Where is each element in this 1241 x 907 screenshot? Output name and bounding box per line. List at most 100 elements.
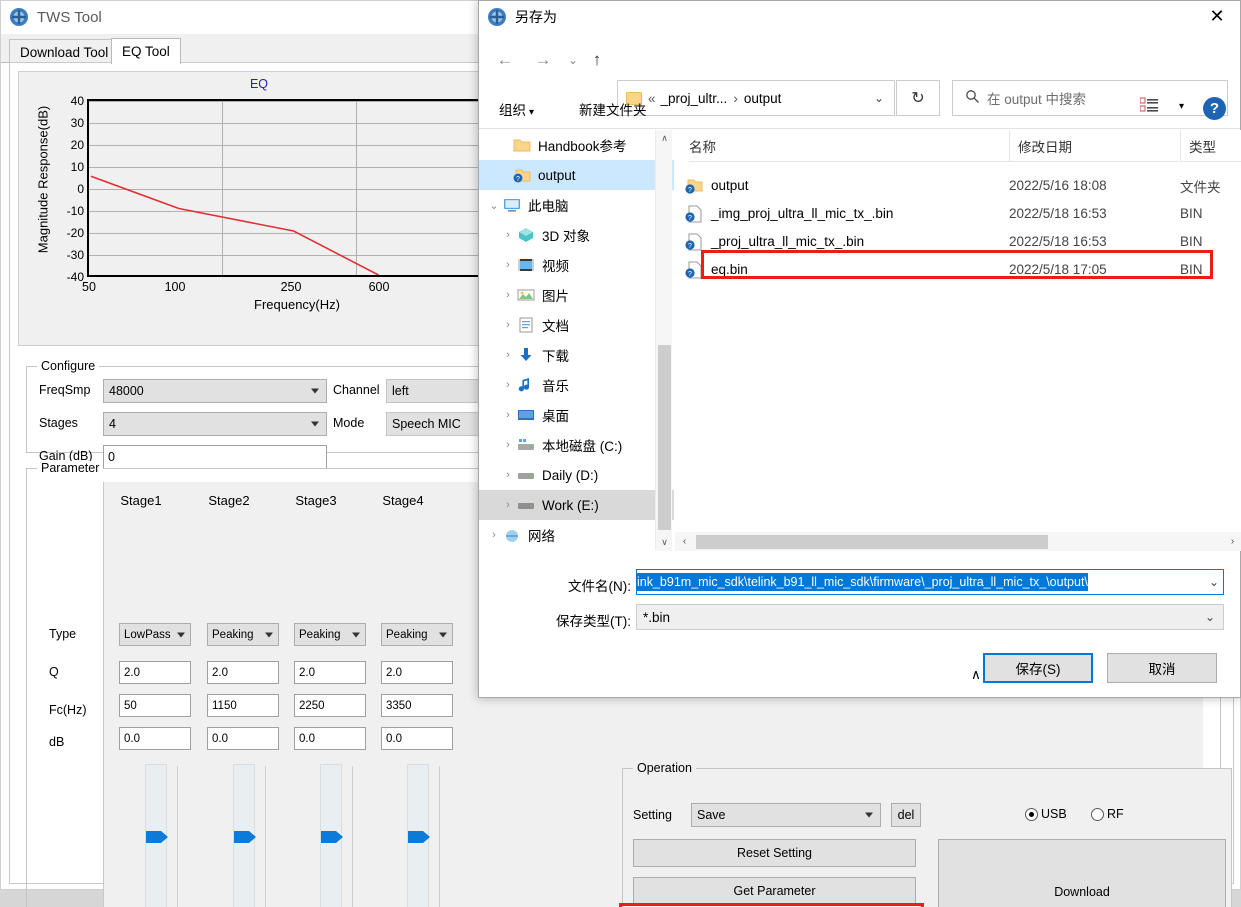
stage2-q-input[interactable]: 2.0	[207, 661, 279, 684]
back-icon[interactable]: ←	[493, 48, 517, 72]
scroll-down-icon[interactable]: ∨	[656, 534, 673, 551]
new-folder-button[interactable]: 新建文件夹	[579, 99, 647, 119]
save-button[interactable]: 保存(S)	[983, 653, 1093, 683]
chevron-right-icon[interactable]: ›	[485, 529, 503, 541]
get-parameter-button[interactable]: Get Parameter	[633, 877, 916, 905]
navigation-pane[interactable]: Handbook参考 ? output ⌄ 此电脑	[479, 130, 674, 551]
tree-item-local-disk-c[interactable]: › 本地磁盘 (C:)	[479, 430, 674, 460]
file-row-proj-ultra[interactable]: ? _proj_ultra_ll_mic_tx_.bin 2022/5/18 1…	[675, 228, 1241, 255]
cancel-button[interactable]: 取消	[1107, 653, 1217, 683]
chevron-right-icon[interactable]: ›	[499, 349, 517, 361]
stage4-type-select[interactable]: Peaking	[381, 623, 453, 646]
radio-rf[interactable]: RF	[1091, 807, 1124, 821]
file-row-output[interactable]: ? output 2022/5/16 18:08 文件夹	[675, 172, 1241, 199]
slider-thumb[interactable]	[321, 828, 345, 846]
tree-item-work-e[interactable]: › Work (E:)	[479, 490, 674, 520]
radio-usb[interactable]: USB	[1025, 807, 1067, 821]
view-chevron-down-icon[interactable]: ▾	[1179, 101, 1184, 112]
stage1-gain-slider[interactable]	[145, 764, 201, 907]
stage4-q-input[interactable]: 2.0	[381, 661, 453, 684]
stage1-q-value: 2.0	[124, 667, 140, 679]
tab-eq-tool[interactable]: EQ Tool	[111, 38, 181, 64]
tree-item-desktop[interactable]: › 桌面	[479, 400, 674, 430]
file-row-eq-bin[interactable]: ? eq.bin 2022/5/18 17:05 BIN	[675, 256, 1241, 283]
chevron-right-icon[interactable]: ›	[499, 409, 517, 421]
tree-item-pictures[interactable]: › 图片	[479, 280, 674, 310]
stage2-fc-input[interactable]: 1150	[207, 694, 279, 717]
del-button[interactable]: del	[891, 803, 921, 827]
chevron-right-icon[interactable]: ›	[499, 499, 517, 511]
download-button[interactable]: Download	[938, 839, 1226, 907]
chevron-right-icon[interactable]: ›	[499, 259, 517, 271]
stage1-q-input[interactable]: 2.0	[119, 661, 191, 684]
chart-x-axis-label: Frequency(Hz)	[87, 297, 507, 312]
close-icon[interactable]: ✕	[1194, 1, 1240, 32]
tree-item-this-pc[interactable]: ⌄ 此电脑	[479, 190, 674, 220]
help-icon-glyph: ?	[1210, 100, 1219, 117]
stages-select[interactable]: 4	[103, 412, 327, 436]
stage1-fc-input[interactable]: 50	[119, 694, 191, 717]
stage4-fc-input[interactable]: 3350	[381, 694, 453, 717]
stage3-type-select[interactable]: Peaking	[294, 623, 366, 646]
app-title: TWS Tool	[37, 9, 102, 26]
tree-item-desktop-label: 桌面	[542, 405, 569, 425]
tree-item-downloads[interactable]: › 下载	[479, 340, 674, 370]
file-list-horizontal-scrollbar[interactable]: ‹ ›	[675, 532, 1241, 551]
scrollbar-thumb[interactable]	[658, 345, 671, 530]
hscrollbar-thumb[interactable]	[696, 535, 1048, 549]
file-row-img-proj-ultra[interactable]: ? _img_proj_ultra_ll_mic_tx_.bin 2022/5/…	[675, 200, 1241, 227]
setting-select[interactable]: Save	[691, 803, 881, 827]
stage2-type-select[interactable]: Peaking	[207, 623, 279, 646]
tree-item-music[interactable]: › 音乐	[479, 370, 674, 400]
chart-ytick: 40	[71, 94, 84, 108]
stage3-gain-slider[interactable]	[320, 764, 376, 907]
tree-item-network[interactable]: › 网络	[479, 520, 674, 550]
chevron-right-icon[interactable]: ›	[499, 469, 517, 481]
column-header-name[interactable]: 名称	[689, 130, 1009, 162]
tree-item-daily-d[interactable]: › Daily (D:)	[479, 460, 674, 490]
chevron-right-icon[interactable]: ›	[499, 289, 517, 301]
chevron-right-icon[interactable]: ›	[499, 439, 517, 451]
tree-item-3d-objects[interactable]: › 3D 对象	[479, 220, 674, 250]
scroll-right-icon[interactable]: ›	[1223, 536, 1241, 547]
stage2-gain-slider[interactable]	[233, 764, 289, 907]
column-header-type[interactable]: 类型	[1180, 130, 1241, 162]
gain-input[interactable]: 0	[103, 445, 327, 469]
forward-icon[interactable]: →	[531, 48, 555, 72]
file-list-pane[interactable]: 名称 修改日期 类型 ? output 2022/5/16 18:08 文件夹	[675, 130, 1241, 532]
column-header-date[interactable]: 修改日期	[1009, 130, 1179, 162]
chevron-right-icon[interactable]: ›	[499, 319, 517, 331]
navigation-scrollbar[interactable]: ∧ ∨	[655, 130, 672, 551]
stage3-q-input[interactable]: 2.0	[294, 661, 366, 684]
tree-item-videos[interactable]: › 视频	[479, 250, 674, 280]
chevron-right-icon[interactable]: ›	[499, 229, 517, 241]
chevron-down-icon[interactable]: ⌄	[485, 199, 503, 212]
scroll-left-icon[interactable]: ‹	[675, 536, 694, 547]
slider-thumb[interactable]	[408, 828, 432, 846]
help-icon[interactable]: ?	[1203, 97, 1226, 120]
scroll-up-icon[interactable]: ∧	[656, 130, 673, 147]
freqsmp-select[interactable]: 48000	[103, 379, 327, 403]
organize-button[interactable]: 组织▾	[499, 99, 534, 119]
slider-thumb[interactable]	[146, 828, 170, 846]
recent-locations-icon[interactable]: ⌄	[561, 48, 585, 72]
stage3-fc-input[interactable]: 2250	[294, 694, 366, 717]
tree-item-handbook[interactable]: Handbook参考	[479, 130, 674, 160]
filename-chevron-down-icon[interactable]: ⌄	[1205, 575, 1219, 589]
stage4-gain-slider[interactable]	[407, 764, 463, 907]
stage1-db-input[interactable]: 0.0	[119, 727, 191, 750]
filename-input[interactable]: ink_b91m_mic_sdk\telink_b91_ll_mic_sdk\f…	[636, 569, 1224, 595]
tree-item-documents[interactable]: › 文档	[479, 310, 674, 340]
view-options-icon[interactable]	[1140, 97, 1160, 116]
tab-download-tool[interactable]: Download Tool	[9, 39, 119, 64]
reset-setting-button[interactable]: Reset Setting	[633, 839, 916, 867]
stage2-db-input[interactable]: 0.0	[207, 727, 279, 750]
filetype-select[interactable]: *.bin ⌄	[636, 604, 1224, 630]
stage1-type-select[interactable]: LowPass	[119, 623, 191, 646]
tree-item-output[interactable]: ? output	[479, 160, 674, 190]
up-icon[interactable]: ↑	[585, 48, 609, 72]
stage4-db-input[interactable]: 0.0	[381, 727, 453, 750]
chevron-right-icon[interactable]: ›	[499, 379, 517, 391]
slider-thumb[interactable]	[234, 828, 258, 846]
stage3-db-input[interactable]: 0.0	[294, 727, 366, 750]
